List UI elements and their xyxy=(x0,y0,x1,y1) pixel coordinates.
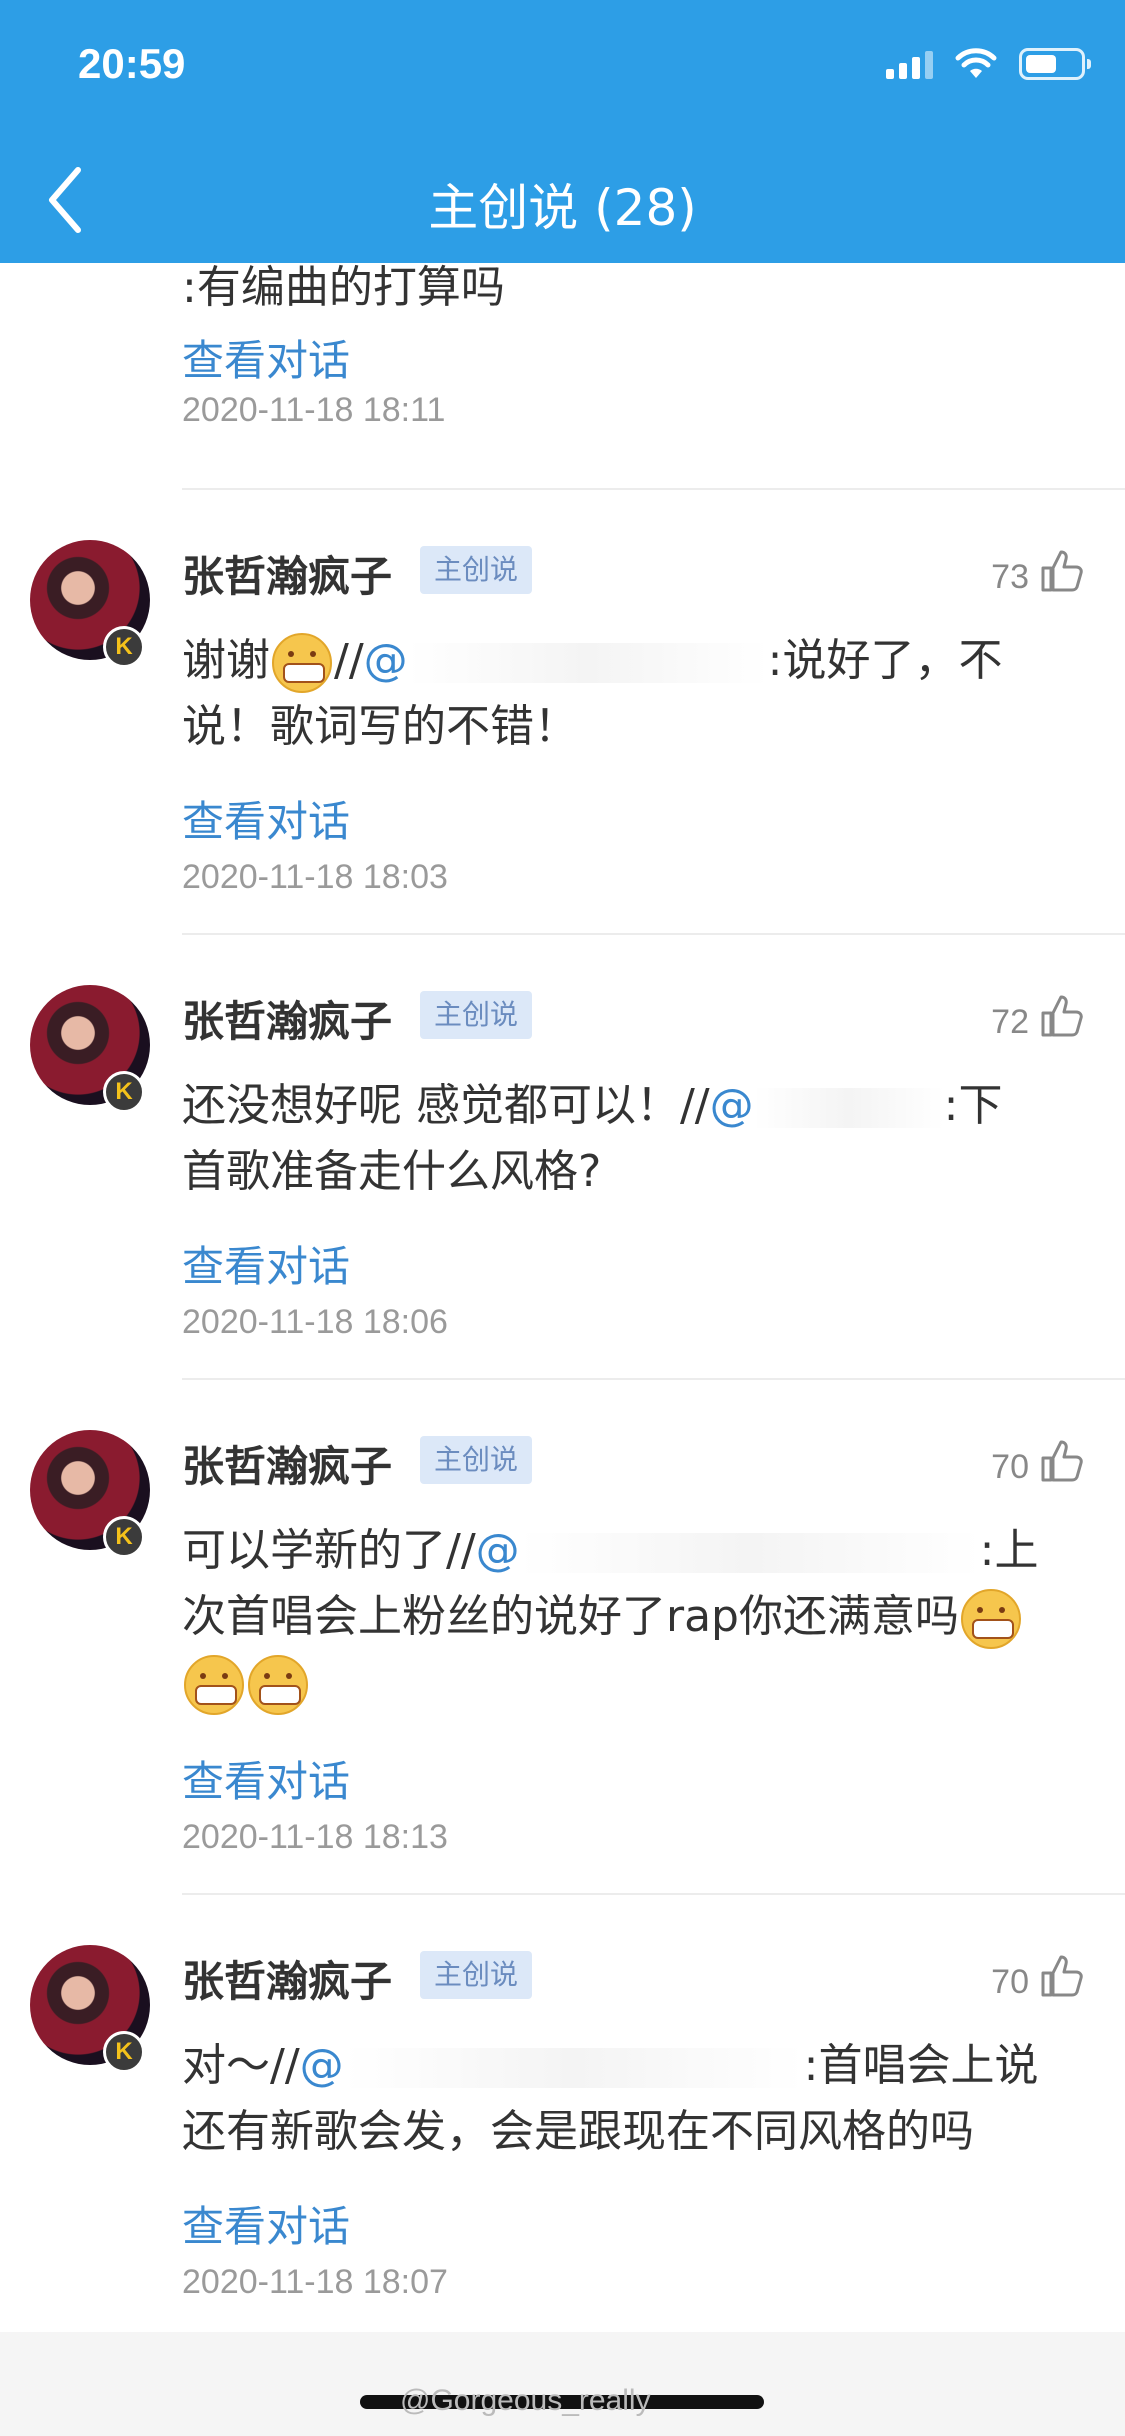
view-conversation-link[interactable]: 查看对话 xyxy=(182,2193,350,2254)
page-title: 主创说 (28) xyxy=(428,179,697,237)
comment-timestamp: 2020-11-18 18:06 xyxy=(182,1303,448,1341)
grin-emoji-icon xyxy=(272,633,332,693)
verified-badge-icon: K xyxy=(103,1516,145,1558)
comment-text: 可以学新的了//@:上 次首唱会上粉丝的说好了rap你还满意吗 xyxy=(182,1518,1094,1716)
user-name[interactable]: 张哲瀚疯子 xyxy=(182,1948,392,2009)
view-conversation-link[interactable]: 查看对话 xyxy=(182,1748,350,1809)
cellular-signal-icon xyxy=(886,49,933,79)
list-item: :有编曲的打算吗 查看对话 2020-11-18 18:11 xyxy=(0,263,1125,488)
thumbs-up-icon[interactable] xyxy=(1039,993,1085,1039)
comment-timestamp: 2020-11-18 18:07 xyxy=(182,2263,448,2301)
verified-badge-icon: K xyxy=(103,1071,145,1113)
creator-tag: 主创说 xyxy=(420,546,533,594)
like-count: 73 xyxy=(991,558,1029,596)
verified-badge-icon: K xyxy=(103,626,145,668)
view-conversation-link[interactable]: 查看对话 xyxy=(182,1233,350,1294)
view-conversation-link[interactable]: 查看对话 xyxy=(182,788,350,849)
comment-text: :有编曲的打算吗 xyxy=(182,262,505,313)
user-name[interactable]: 张哲瀚疯子 xyxy=(182,1433,392,1494)
creator-tag: 主创说 xyxy=(420,1951,533,1999)
verified-badge-icon: K xyxy=(103,2031,145,2073)
comment-timestamp: 2020-11-18 18:11 xyxy=(182,391,446,429)
comment-timestamp: 2020-11-18 18:03 xyxy=(182,858,448,896)
grin-emoji-icon xyxy=(960,1589,1021,1649)
list-item: K 张哲瀚疯子 主创说 73 谢谢//@:说好了，不 说！歌词写的不错！ 查看对… xyxy=(0,488,1125,933)
list-item: K 张哲瀚疯子 主创说 70 对～//@:首唱会上说 还有新歌会发，会是跟现在不… xyxy=(0,1893,1125,2338)
thumbs-up-icon[interactable] xyxy=(1039,548,1085,594)
list-item: K 张哲瀚疯子 主创说 72 还没想好呢 感觉都可以！//@:下 首歌准备走什么… xyxy=(0,933,1125,1378)
comment-text: 谢谢//@:说好了，不 说！歌词写的不错！ xyxy=(182,633,1003,752)
creator-tag: 主创说 xyxy=(420,1436,533,1484)
mention-link[interactable]: @ xyxy=(364,635,408,686)
comment-text: 还没想好呢 感觉都可以！//@:下 首歌准备走什么风格? xyxy=(182,1080,1003,1197)
user-name[interactable]: 张哲瀚疯子 xyxy=(182,543,392,604)
status-time: 20:59 xyxy=(78,40,186,87)
comment-text: 对～//@:首唱会上说 还有新歌会发，会是跟现在不同风格的吗 xyxy=(182,2040,1039,2157)
nav-header: 20:59 主创说 (28) xyxy=(0,0,1125,263)
like-count: 70 xyxy=(991,1448,1029,1486)
like-count: 70 xyxy=(991,1963,1029,2001)
battery-icon xyxy=(1019,48,1091,80)
creator-tag: 主创说 xyxy=(420,991,533,1039)
grin-emoji-icon xyxy=(184,1655,244,1715)
wifi-icon xyxy=(955,48,997,78)
thumbs-up-icon[interactable] xyxy=(1039,1953,1085,1999)
mention-link[interactable]: @ xyxy=(710,1080,754,1131)
watermark: @Gorgeous_really xyxy=(400,2384,651,2417)
view-conversation-link[interactable]: 查看对话 xyxy=(182,327,350,388)
like-count: 72 xyxy=(991,1003,1029,1041)
thumbs-up-icon[interactable] xyxy=(1039,1438,1085,1484)
comment-list: :有编曲的打算吗 查看对话 2020-11-18 18:11 K 张哲瀚疯子 主… xyxy=(0,263,1125,2301)
grin-emoji-icon xyxy=(248,1655,308,1715)
list-item: K 张哲瀚疯子 主创说 70 可以学新的了//@:上 次首唱会上粉丝的说好了ra… xyxy=(0,1378,1125,1893)
mention-link[interactable]: @ xyxy=(300,2040,344,2091)
user-name[interactable]: 张哲瀚疯子 xyxy=(182,988,392,1049)
comment-timestamp: 2020-11-18 18:13 xyxy=(182,1818,448,1856)
status-icons xyxy=(886,48,1091,80)
mention-link[interactable]: @ xyxy=(476,1525,520,1576)
